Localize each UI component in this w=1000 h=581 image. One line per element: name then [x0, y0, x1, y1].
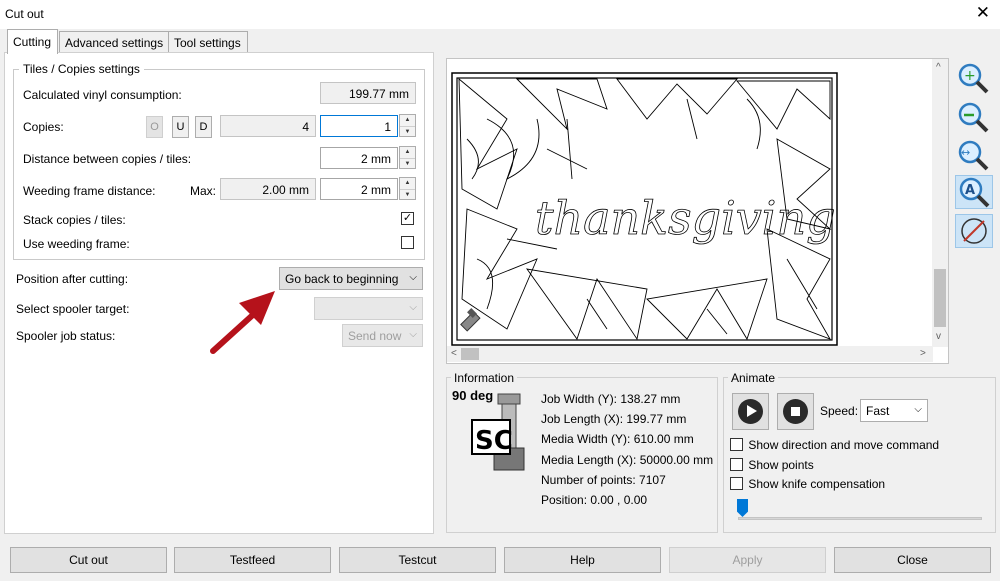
spooler-status-select[interactable]: Send now ⌵	[342, 324, 423, 347]
show-points-option[interactable]: Show points	[730, 458, 814, 472]
show-knife-compensation-checkbox[interactable]	[730, 477, 743, 490]
speed-select[interactable]: Fast ⌵	[860, 399, 928, 422]
thanksgiving-script: thanksgiving	[535, 191, 836, 245]
tab-advanced-settings[interactable]: Advanced settings	[59, 31, 171, 53]
spooler-target-select[interactable]: ⌵	[314, 297, 423, 320]
position-after-cutting-label: Position after cutting:	[16, 272, 129, 286]
plotter-logo-icon: SC	[470, 392, 532, 472]
distance-label: Distance between copies / tiles:	[23, 152, 192, 166]
group-title: Tiles / Copies settings	[19, 62, 144, 76]
information-title: Information	[451, 371, 518, 385]
speed-label: Speed:	[820, 404, 859, 418]
scroll-right-icon[interactable]: >	[920, 348, 926, 359]
close-button[interactable]: Close	[834, 547, 991, 573]
animation-progress-track[interactable]	[738, 517, 982, 520]
zoom-in-icon[interactable]: +	[955, 61, 993, 95]
scroll-up-icon[interactable]: ^	[936, 62, 941, 73]
vinyl-consumption-value: 199.77 mm	[320, 82, 416, 104]
show-direction-label: Show direction and move command	[748, 438, 940, 452]
weeding-distance-stepper[interactable]: ▲ ▼	[399, 177, 416, 200]
apply-button[interactable]: Apply	[669, 547, 826, 573]
zoom-out-icon[interactable]	[955, 100, 993, 134]
help-button[interactable]: Help	[504, 547, 661, 573]
max-label: Max:	[190, 184, 217, 198]
distance-input[interactable]: 2 mm	[320, 147, 398, 169]
show-points-label: Show points	[748, 458, 814, 472]
info-job-width: Job Width (Y): 138.27 mm	[541, 392, 681, 406]
cut-out-dialog: Cut out ✕ Cutting Advanced settings Tool…	[0, 0, 1000, 581]
spooler-target-label: Select spooler target:	[16, 302, 130, 316]
show-direction-checkbox[interactable]	[730, 438, 743, 451]
position-after-cutting-value: Go back to beginning	[285, 272, 399, 286]
logo-text: SC	[475, 426, 513, 456]
window-title: Cut out	[5, 7, 44, 21]
title-bar: Cut out ✕	[0, 0, 1000, 29]
speed-value: Fast	[866, 404, 890, 418]
info-position: Position: 0.00 , 0.00	[541, 493, 648, 507]
chevron-down-icon: ⌵	[409, 302, 417, 313]
chevron-down-icon: ⌵	[409, 272, 417, 283]
info-media-length: Media Length (X): 50000.00 mm	[541, 453, 714, 467]
spooler-status-value: Send now	[348, 329, 402, 343]
use-weeding-checkbox[interactable]	[401, 236, 414, 249]
horizontal-scrollbar[interactable]: < >	[447, 346, 933, 362]
stack-copies-label: Stack copies / tiles:	[23, 213, 126, 227]
show-knife-compensation-label: Show knife compensation	[748, 477, 886, 491]
animate-title: Animate	[728, 371, 779, 385]
no-selection-icon[interactable]	[955, 214, 993, 248]
stop-button[interactable]	[777, 393, 814, 430]
design-preview: thanksgiving	[451, 72, 838, 346]
max-value: 2.00 mm	[220, 178, 316, 200]
zoom-fit-width-icon[interactable]: ↔	[955, 138, 993, 172]
knife-position-icon	[460, 308, 481, 332]
play-icon	[738, 399, 763, 424]
svg-text:↔: ↔	[961, 146, 970, 159]
red-arrow-annotation	[210, 291, 275, 354]
info-number-of-points: Number of points: 7107	[541, 473, 666, 487]
auto-text-icon[interactable]: A	[955, 175, 993, 209]
testcut-button[interactable]: Testcut	[339, 547, 496, 573]
spooler-status-label: Spooler job status:	[16, 329, 116, 343]
cut-out-button[interactable]: Cut out	[10, 547, 167, 573]
chevron-down-icon: ⌵	[914, 404, 922, 415]
distance-stepper[interactable]: ▲ ▼	[399, 146, 416, 169]
copies-stepper[interactable]: ▲ ▼	[399, 114, 416, 137]
stop-icon	[783, 399, 808, 424]
copies-label: Copies:	[23, 120, 64, 134]
svg-text:+: +	[964, 68, 976, 84]
copies-mode-o-button[interactable]: O	[146, 116, 163, 138]
tab-cutting[interactable]: Cutting	[7, 29, 59, 54]
use-weeding-label: Use weeding frame:	[23, 237, 130, 251]
testfeed-button[interactable]: Testfeed	[174, 547, 331, 573]
vertical-scroll-thumb[interactable]	[934, 269, 946, 327]
copies-mode-d-button[interactable]: D	[195, 116, 212, 138]
show-points-checkbox[interactable]	[730, 458, 743, 471]
close-icon[interactable]: ✕	[976, 4, 990, 21]
show-direction-option[interactable]: Show direction and move command	[730, 438, 939, 452]
show-knife-compensation-option[interactable]: Show knife compensation	[730, 477, 885, 491]
copies-total-value: 4	[220, 115, 316, 137]
position-after-cutting-select[interactable]: Go back to beginning ⌵	[279, 267, 423, 290]
weeding-distance-label: Weeding frame distance:	[23, 184, 156, 198]
stack-copies-checkbox[interactable]: ✓	[401, 212, 414, 225]
scroll-left-icon[interactable]: <	[451, 348, 457, 359]
info-job-length: Job Length (X): 199.77 mm	[541, 412, 687, 426]
vertical-scrollbar[interactable]: ^ v	[932, 59, 948, 347]
weeding-distance-input[interactable]: 2 mm	[320, 178, 398, 200]
scroll-down-icon[interactable]: v	[936, 331, 941, 342]
play-button[interactable]	[732, 393, 769, 430]
copies-mode-u-button[interactable]: U	[172, 116, 189, 138]
copies-input[interactable]: 1	[320, 115, 398, 137]
vinyl-consumption-label: Calculated vinyl consumption:	[23, 88, 182, 102]
cut-preview-canvas[interactable]: thanksgiving	[446, 58, 949, 364]
chevron-down-icon: ⌵	[409, 329, 417, 340]
svg-text:A: A	[965, 183, 975, 198]
horizontal-scroll-thumb[interactable]	[461, 348, 479, 360]
tab-tool-settings[interactable]: Tool settings	[168, 31, 248, 53]
info-media-width: Media Width (Y): 610.00 mm	[541, 432, 694, 446]
